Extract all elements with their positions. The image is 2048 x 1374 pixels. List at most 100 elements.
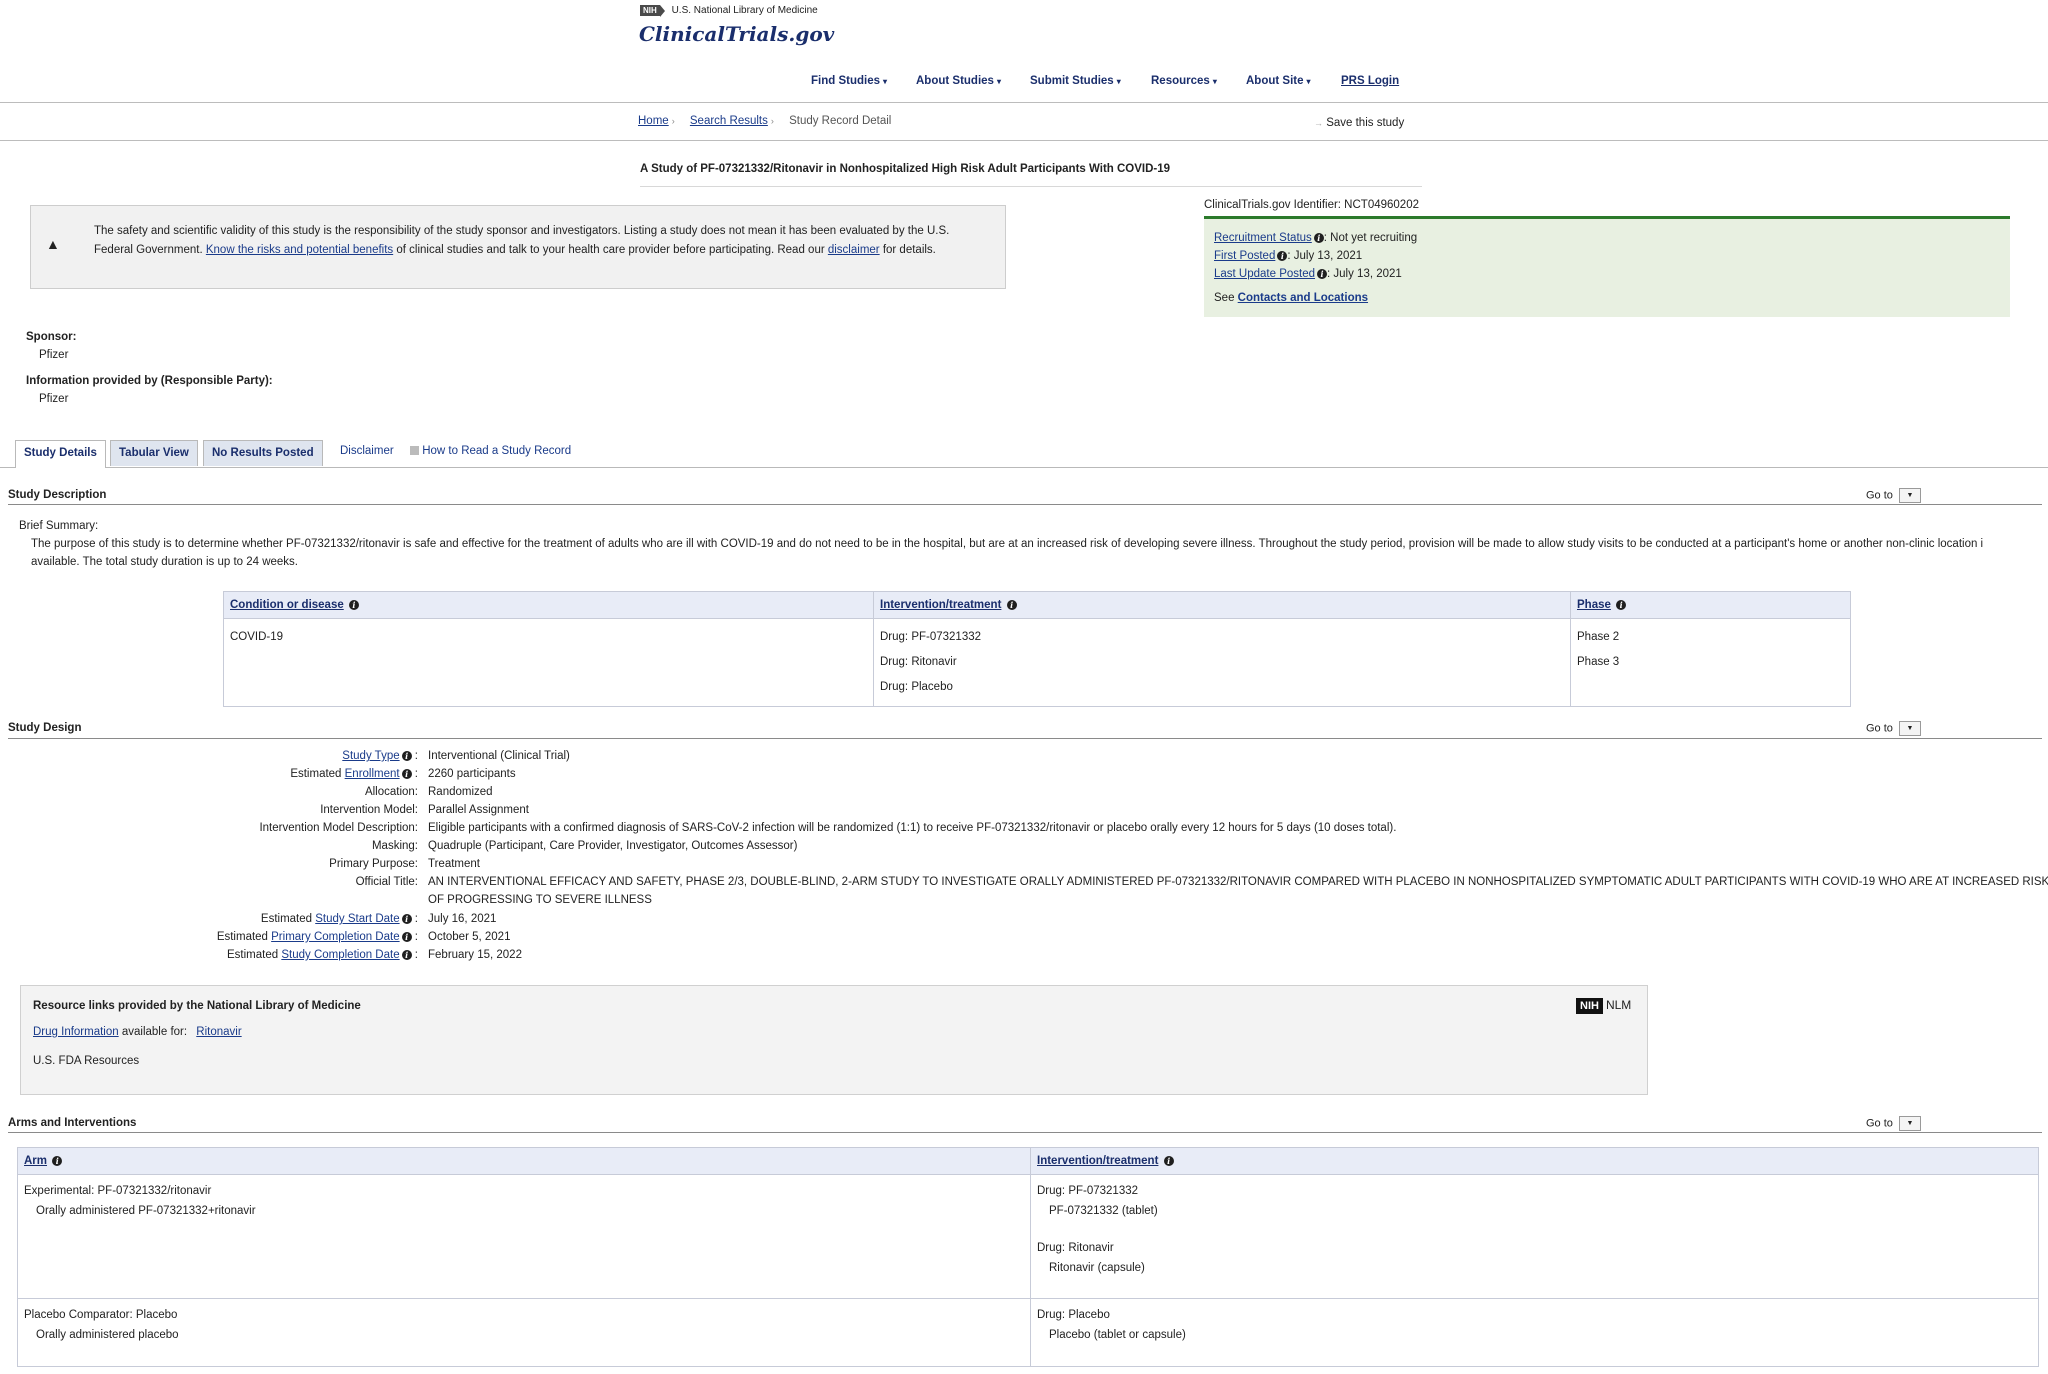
risks-benefits-link[interactable]: Know the risks and potential benefits [206, 244, 393, 256]
header-label: Intervention/treatment [1037, 1155, 1159, 1167]
last-update-link[interactable]: Last Update Posted [1214, 268, 1315, 280]
drug-name: Drug: Ritonavir [1037, 1242, 1114, 1254]
how-to-read-label: How to Read a Study Record [422, 445, 572, 457]
dropdown-caret-icon[interactable]: ▼ [1898, 1116, 1921, 1131]
study-completion-link[interactable]: Study Completion Date [281, 949, 399, 961]
enrollment-link[interactable]: Enrollment [345, 768, 400, 780]
nlm-header[interactable]: NIH U.S. National Library of Medicine [640, 5, 818, 17]
last-update: Last Update Posted i: July 13, 2021 [1214, 268, 1402, 280]
intervention-item: Drug: Placebo [880, 681, 953, 693]
save-study-button[interactable]: → Save this study [1314, 117, 1404, 129]
breadcrumb: Home › Search Results › Study Record Detai… [638, 115, 891, 127]
nav-about-site[interactable]: About Site ▾ [1246, 75, 1311, 87]
breadcrumb-home[interactable]: Home [638, 115, 669, 127]
contacts-line: See Contacts and Locations [1214, 292, 1368, 304]
caret-down-icon: ▾ [883, 77, 888, 86]
disclaimer-alert: ▲ The safety and scientific validity of … [30, 205, 1006, 289]
primary-completion-link[interactable]: Primary Completion Date [271, 931, 399, 943]
model-description-value: Eligible participants with a confirmed d… [428, 822, 1397, 834]
info-icon[interactable]: i [401, 949, 412, 960]
nav-resources[interactable]: Resources ▾ [1151, 75, 1217, 87]
title-rule [640, 186, 1422, 187]
arm-intervention-header[interactable]: Intervention/treatment i [1030, 1147, 2039, 1175]
start-date-link[interactable]: Study Start Date [315, 913, 399, 925]
chevron-right-icon: › [671, 116, 675, 126]
nav-submit-studies[interactable]: Submit Studies ▾ [1030, 75, 1121, 87]
info-icon[interactable]: i [401, 931, 412, 942]
table-row: Placebo Comparator: Placebo Orally admin… [17, 1298, 2039, 1367]
study-type-link[interactable]: Study Type [342, 750, 399, 762]
label-pre: Estimated [216, 931, 272, 943]
drug-information-link[interactable]: Drug Information [33, 1026, 119, 1038]
brief-summary-line: The purpose of this study is to determin… [31, 538, 1984, 550]
phase-header[interactable]: Phase i [1570, 591, 1851, 619]
table-cell: Drug: PF-07321332 Drug: Ritonavir Drug: … [873, 618, 1571, 707]
recruitment-status-value: : Not yet recruiting [1323, 232, 1418, 244]
site-logo[interactable]: ClinicalTrials.gov [639, 22, 834, 46]
breadcrumb-search-results[interactable]: Search Results [690, 115, 768, 127]
section-rule [8, 504, 2042, 505]
info-icon[interactable]: i [1277, 250, 1288, 261]
allocation-value: Randomized [428, 786, 493, 798]
info-icon[interactable]: i [52, 1155, 63, 1166]
dropdown-caret-icon[interactable]: ▼ [1898, 488, 1921, 503]
goto-design[interactable]: Go to ▼ [1866, 721, 1921, 736]
primary-completion-value: October 5, 2021 [428, 931, 511, 943]
table-header-row: Arm i Intervention/treatment i [17, 1147, 2039, 1175]
table-row: Experimental: PF-07321332/ritonavir Oral… [17, 1174, 2039, 1299]
header-label: Intervention/treatment [880, 599, 1002, 611]
tab-study-details[interactable]: Study Details [15, 440, 106, 468]
contacts-locations-link[interactable]: Contacts and Locations [1238, 292, 1368, 304]
study-description-title: Study Description [8, 489, 107, 501]
enrollment-value: 2260 participants [428, 768, 516, 780]
info-icon[interactable]: i [1006, 599, 1017, 610]
info-icon[interactable]: i [1616, 599, 1627, 610]
info-icon[interactable]: i [1317, 268, 1328, 279]
info-icon[interactable]: i [348, 599, 359, 610]
goto-description[interactable]: Go to ▼ [1866, 488, 1921, 503]
intervention-item: Drug: PF-07321332 [880, 631, 982, 643]
ritonavir-link[interactable]: Ritonavir [196, 1026, 241, 1038]
caret-down-icon: ▾ [1116, 77, 1121, 86]
drug-description: Ritonavir (capsule) [1049, 1262, 1145, 1274]
prs-login-link[interactable]: PRS Login [1341, 75, 1399, 87]
info-icon[interactable]: i [1313, 232, 1324, 243]
warning-icon: ▲ [46, 236, 60, 252]
breadcrumb-current: Study Record Detail [789, 115, 892, 127]
section-rule [8, 738, 2042, 739]
model-description-label: Intervention Model Description: [259, 822, 418, 834]
table-cell: Experimental: PF-07321332/ritonavir Oral… [17, 1174, 1031, 1299]
disclaimer-link[interactable]: disclaimer [828, 244, 880, 256]
how-to-read-link[interactable]: How to Read a Study Record [410, 445, 571, 457]
caret-down-icon: ▾ [1212, 77, 1217, 86]
dropdown-caret-icon[interactable]: ▼ [1898, 721, 1921, 736]
header-label: Phase [1577, 599, 1611, 611]
save-icon: → [1314, 118, 1323, 128]
recruitment-status-link[interactable]: Recruitment Status [1214, 232, 1312, 244]
status-box: Recruitment Status i: Not yet recruiting … [1204, 216, 2010, 317]
info-icon[interactable]: i [401, 913, 412, 924]
arm-header[interactable]: Arm i [17, 1147, 1031, 1175]
primary-completion-label: Estimated Primary Completion Date i : [216, 931, 418, 943]
first-posted-link[interactable]: First Posted [1214, 250, 1275, 262]
tab-no-results[interactable]: No Results Posted [203, 440, 323, 466]
condition-header[interactable]: Condition or disease i [223, 591, 874, 619]
nav-find-studies[interactable]: Find Studies ▾ [811, 75, 887, 87]
label-pre: Estimated [260, 913, 316, 925]
nav-about-studies[interactable]: About Studies ▾ [916, 75, 1001, 87]
info-icon[interactable]: i [401, 768, 412, 779]
study-type-value: Interventional (Clinical Trial) [428, 750, 570, 762]
intervention-header[interactable]: Intervention/treatment i [873, 591, 1571, 619]
first-posted: First Posted i: July 13, 2021 [1214, 250, 1362, 262]
official-title-value-cont: OF PROGRESSING TO SEVERE ILLNESS [428, 894, 652, 906]
info-icon[interactable]: i [1163, 1155, 1174, 1166]
tab-disclaimer[interactable]: Disclaimer [340, 445, 394, 457]
fda-resources-link[interactable]: U.S. FDA Resources [33, 1055, 139, 1067]
goto-label: Go to [1866, 489, 1893, 502]
tab-tabular-view[interactable]: Tabular View [110, 440, 198, 466]
section-rule [8, 1132, 2042, 1133]
goto-arms[interactable]: Go to ▼ [1866, 1116, 1921, 1131]
phase-item: Phase 3 [1577, 656, 1620, 668]
info-icon[interactable]: i [401, 750, 412, 761]
masking-value: Quadruple (Participant, Care Provider, I… [428, 840, 798, 852]
